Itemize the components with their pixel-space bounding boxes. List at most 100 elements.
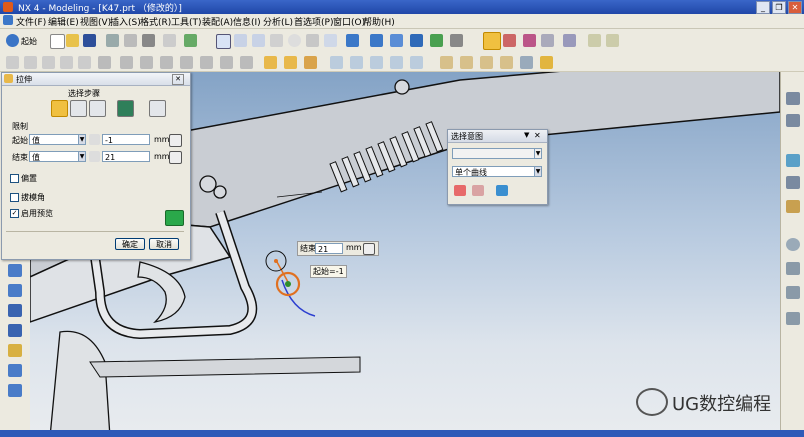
end-value-input[interactable]: 21 [102,151,150,162]
web-browser-icon[interactable] [786,176,800,189]
roles-icon[interactable] [786,312,800,325]
side-tool-2-icon[interactable] [8,284,22,297]
part-navigator-icon[interactable] [786,114,800,127]
spline-icon[interactable] [42,56,55,69]
sweep-icon[interactable] [304,56,317,69]
pan-icon[interactable] [270,34,283,47]
layer-icon[interactable] [430,34,443,47]
start-label[interactable]: 起始 [21,36,37,47]
display-icon[interactable] [450,34,463,47]
fillet-curve-icon[interactable] [98,56,111,69]
start-icon[interactable] [6,34,19,47]
side-tool-5-icon[interactable] [8,344,22,357]
save-icon[interactable] [83,34,96,47]
side-tool-7-icon[interactable] [8,384,22,397]
face-analysis-icon[interactable] [410,34,423,47]
end-type-dropdown-icon[interactable]: ▼ [78,151,86,162]
end-onscreen-value[interactable]: 21 [315,243,343,254]
restore-button[interactable]: ❐ [772,1,786,14]
view-icon[interactable] [324,34,337,47]
start-link-icon[interactable] [89,134,100,145]
through-curves-icon[interactable] [350,56,363,69]
trim-icon[interactable] [140,56,153,69]
line-icon[interactable] [6,56,19,69]
system-materials-icon[interactable] [786,262,800,275]
curve-rule-dropdown-icon[interactable]: ▼ [534,166,542,177]
curve-tool-icon[interactable] [120,56,133,69]
end-link-icon[interactable] [89,151,100,162]
render-icon[interactable] [370,34,383,47]
selection-filter-dropdown-icon[interactable]: ▼ [534,148,542,159]
start-value-menu-icon[interactable] [169,134,182,147]
reuse-library-icon[interactable] [786,154,800,167]
end-handle-point[interactable] [274,259,278,263]
minimize-button[interactable]: _ [756,1,770,14]
mesh-icon[interactable] [370,56,383,69]
start-type-select[interactable]: 值 [29,134,79,145]
inference-step-icon[interactable] [149,100,166,117]
next-arrow-icon[interactable] [496,185,508,196]
start-value-input[interactable]: -1 [102,134,150,145]
menu-preferences[interactable]: 首选项(P) [294,15,333,28]
swept-icon[interactable] [410,56,423,69]
select-icon[interactable] [184,34,197,47]
point-icon[interactable] [523,34,536,47]
menu-tools[interactable]: 工具(T) [171,15,202,28]
end-type-select[interactable]: 值 [29,151,79,162]
perspective-icon[interactable] [306,34,319,47]
measure-icon[interactable] [588,34,601,47]
assembly-navigator-icon[interactable] [786,92,800,105]
extrude-icon[interactable] [264,56,277,69]
rotate-icon[interactable] [288,34,301,47]
ok-button[interactable]: 确定 [115,238,145,250]
selection-intent-close-button[interactable]: ✕ [534,131,541,140]
section-step-icon[interactable] [51,100,68,117]
direction-step-icon[interactable] [70,100,87,117]
start-handle-point[interactable] [285,281,291,287]
angle-icon[interactable] [606,34,619,47]
cancel-button[interactable]: 取消 [149,238,179,250]
new-icon[interactable] [50,34,65,49]
offset-curve-icon[interactable] [180,56,193,69]
expand-arrow-icon[interactable] [165,210,184,226]
menu-analysis[interactable]: 分析(L) [263,15,293,28]
revolve-icon[interactable] [284,56,297,69]
selection-filter-select[interactable] [452,148,538,159]
edit-feature-icon[interactable] [520,56,533,69]
cut-icon[interactable] [106,34,119,47]
side-tool-3-icon[interactable] [8,304,22,317]
close-button[interactable]: ✕ [788,1,802,14]
menu-insert[interactable]: 插入(S) [110,15,141,28]
selection-intent-menu-icon[interactable]: ▼ [524,131,529,139]
vector-icon[interactable] [541,34,554,47]
nx-menu-icon[interactable] [3,15,13,25]
zoom-window-icon[interactable] [252,34,265,47]
follow-fillet-icon[interactable] [472,185,484,196]
wireframe-icon[interactable] [390,34,403,47]
end-onscreen-menu-icon[interactable] [363,243,375,255]
limits-step-icon[interactable] [89,100,106,117]
process-studio-icon[interactable] [786,286,800,299]
project-icon[interactable] [160,56,173,69]
menu-information[interactable]: 信息(I) [233,15,261,28]
menu-format[interactable]: 格式(R) [140,15,171,28]
history-icon[interactable] [786,200,800,213]
preview-checkbox[interactable]: ✓ [10,209,19,218]
side-tool-6-icon[interactable] [8,364,22,377]
extrude-dialog-close-button[interactable]: ✕ [172,74,184,85]
rectangle-icon[interactable] [78,56,91,69]
intersect-icon[interactable] [240,56,253,69]
start-type-dropdown-icon[interactable]: ▼ [78,134,86,145]
text-icon[interactable] [60,56,73,69]
copy-icon[interactable] [124,34,137,47]
draft-checkbox[interactable] [10,193,19,202]
offset-checkbox[interactable] [10,174,19,183]
menu-assemblies[interactable]: 装配(A) [202,15,233,28]
zoom-icon[interactable] [234,34,247,47]
menu-file[interactable]: 文件(F) [16,15,46,28]
snap-point-icon[interactable] [483,32,501,50]
stop-at-intersection-icon[interactable] [454,185,466,196]
offset-face-icon[interactable] [500,56,513,69]
combined-icon[interactable] [220,56,233,69]
paste-icon[interactable] [142,34,155,47]
